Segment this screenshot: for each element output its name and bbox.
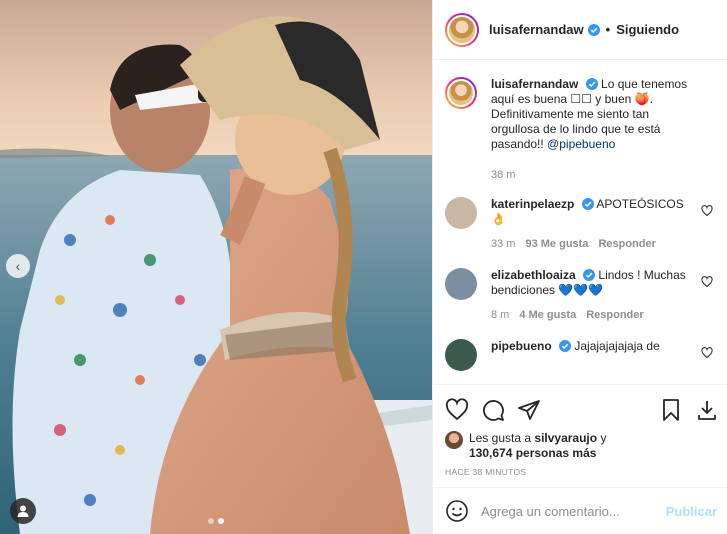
- comment-input[interactable]: [481, 503, 666, 519]
- post-header: luisafernandaw • Siguiendo: [433, 0, 727, 60]
- instagram-post: ‹ luisafernandaw • Siguiendo luisafernan…: [0, 0, 727, 534]
- comment-username[interactable]: pipebueno: [491, 339, 552, 353]
- comment-meta: 8 m 4 Me gusta Responder: [491, 308, 695, 323]
- comment-avatar[interactable]: [445, 339, 477, 371]
- comment-text: Jajajajajajaja de: [574, 339, 660, 353]
- caption-mention-link[interactable]: @pipebueno: [547, 137, 615, 151]
- user-tag-icon: [17, 505, 29, 517]
- caption-body: luisafernandaw Lo que tenemos aquí es bu…: [491, 77, 715, 183]
- comment-bubble-icon[interactable]: [481, 398, 505, 422]
- author-username[interactable]: luisafernandaw: [489, 22, 584, 37]
- post-photo[interactable]: ‹: [0, 0, 432, 534]
- chevron-left-icon: ‹: [15, 258, 21, 274]
- carousel-indicator: [0, 518, 432, 524]
- likes-count-button[interactable]: 130,674 personas más: [469, 446, 596, 460]
- follow-separator: •: [605, 22, 611, 37]
- comment-emoji: 👌: [491, 212, 506, 226]
- comment-avatar[interactable]: [445, 197, 477, 229]
- following-button[interactable]: Siguiendo: [616, 22, 679, 37]
- comment-reply-button[interactable]: Responder: [598, 237, 655, 252]
- paper-plane-icon[interactable]: [517, 398, 541, 422]
- carousel-dot-active: [218, 518, 224, 524]
- comment-time: 33 m: [491, 238, 516, 250]
- caption-username[interactable]: luisafernandaw: [491, 77, 578, 91]
- liker-avatar[interactable]: [445, 431, 463, 449]
- post-actions: Les gusta a silvyaraujo y 130,674 person…: [433, 384, 727, 477]
- comment-body: elizabethloaiza Lindos ! Muchas bendicio…: [491, 268, 715, 323]
- verified-badge-icon: [585, 78, 598, 90]
- comment-like-heart-icon[interactable]: [701, 276, 713, 288]
- comment-username[interactable]: katerinpelaezp: [491, 197, 574, 211]
- caption-meta: 38 m: [491, 168, 695, 183]
- author-avatar[interactable]: [445, 12, 479, 47]
- verified-badge-icon: [581, 198, 594, 210]
- comment-row: katerinpelaezp APOTEÓSICOS 👌 33 m 93 Me …: [445, 197, 715, 252]
- comments-list[interactable]: luisafernandaw Lo que tenemos aquí es bu…: [433, 61, 727, 383]
- publish-button[interactable]: Publicar: [666, 504, 717, 519]
- caption-emoji-2: 🍑: [634, 92, 650, 106]
- comment-time: 8 m: [491, 309, 510, 321]
- post-timestamp: HACE 38 MINUTOS: [445, 467, 527, 477]
- comment-like-heart-icon[interactable]: [701, 205, 713, 217]
- carousel-dot: [208, 518, 214, 524]
- caption-row: luisafernandaw Lo que tenemos aquí es bu…: [445, 77, 715, 183]
- heart-icon[interactable]: [445, 398, 469, 422]
- previous-photo-button[interactable]: ‹: [6, 254, 30, 278]
- comment-emoji: 💙💙💙: [558, 283, 604, 297]
- smiley-icon[interactable]: [445, 499, 469, 523]
- comment-meta: 33 m 93 Me gusta Responder: [491, 237, 684, 252]
- comment-row: pipebueno Jajajajajajaja de: [445, 339, 715, 371]
- comment-text: APOTEÓSICOS: [596, 197, 684, 211]
- add-comment-bar: Publicar: [433, 487, 727, 534]
- comment-avatar[interactable]: [445, 268, 477, 300]
- action-icons: [445, 395, 719, 425]
- comment-likes[interactable]: 4 Me gusta: [519, 308, 576, 323]
- bookmark-icon[interactable]: [659, 398, 683, 422]
- comment-likes[interactable]: 93 Me gusta: [525, 237, 588, 252]
- comment-row: elizabethloaiza Lindos ! Muchas bendicio…: [445, 268, 715, 323]
- post-side-panel: luisafernandaw • Siguiendo luisafernanda…: [432, 0, 727, 534]
- comment-username[interactable]: elizabethloaiza: [491, 268, 576, 282]
- likes-connector: y: [600, 431, 607, 445]
- likes-summary: Les gusta a silvyaraujo y 130,674 person…: [445, 431, 719, 461]
- caption-text-2: y buen: [591, 92, 635, 106]
- caption-emoji-1: ☐☐: [570, 92, 592, 106]
- likes-text: Les gusta a silvyaraujo y 130,674 person…: [469, 431, 606, 461]
- comment-reply-button[interactable]: Responder: [586, 308, 643, 323]
- verified-badge-icon: [559, 340, 572, 352]
- verified-badge-icon: [587, 23, 600, 36]
- liker-username[interactable]: silvyaraujo: [534, 431, 597, 445]
- caption-time: 38 m: [491, 169, 516, 181]
- comment-like-heart-icon[interactable]: [701, 347, 713, 359]
- likes-prefix: Les gusta a: [469, 431, 532, 445]
- couple-kissing-on-boat-image: [0, 0, 432, 534]
- comment-body: katerinpelaezp APOTEÓSICOS 👌 33 m 93 Me …: [491, 197, 704, 252]
- download-icon[interactable]: [695, 398, 719, 422]
- verified-badge-icon: [583, 269, 596, 281]
- comment-body: pipebueno Jajajajajajaja de: [491, 339, 680, 371]
- caption-avatar[interactable]: [445, 77, 477, 109]
